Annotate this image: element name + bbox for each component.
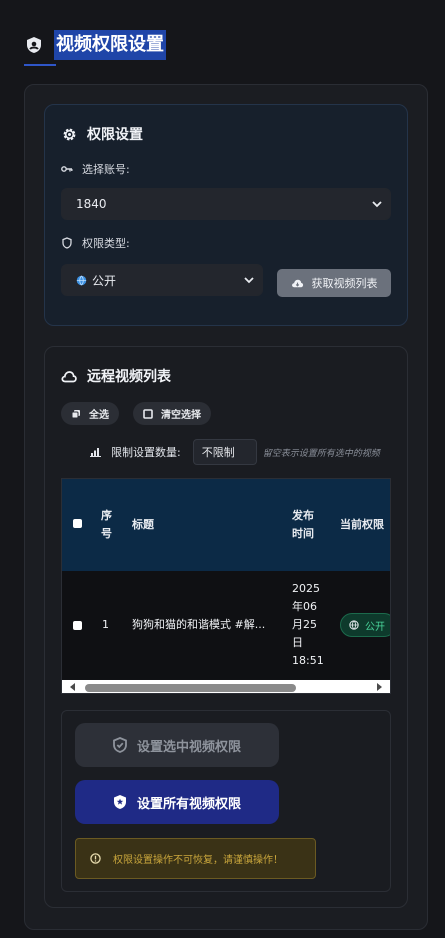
row-time-line: 年06 <box>292 600 317 613</box>
column-header-time-line: 时间 <box>292 527 314 540</box>
row-time-line: 日 <box>292 636 303 649</box>
permission-badge-label: 公开 <box>365 621 385 633</box>
scroll-right-icon[interactable] <box>377 683 382 691</box>
limit-input[interactable]: 不限制 <box>192 439 257 465</box>
row-checkbox[interactable] <box>73 621 82 630</box>
chevron-down-icon <box>244 273 254 287</box>
video-list-title: 远程视频列表 <box>61 366 171 386</box>
select-all-button[interactable]: 全选 <box>61 402 119 425</box>
globe-icon <box>349 620 359 630</box>
fetch-videos-button[interactable]: 获取视频列表 <box>277 269 391 297</box>
row-time-line: 月25 <box>292 618 317 631</box>
clear-selection-label: 清空选择 <box>161 410 201 421</box>
perm-type-label: 权限类型: <box>61 235 130 251</box>
globe-icon <box>76 275 87 286</box>
video-list-title-label: 远程视频列表 <box>87 369 171 385</box>
settings-title-label: 权限设置 <box>87 127 143 143</box>
page-title: 视频权限设置 <box>54 30 166 60</box>
account-label-text: 选择账号: <box>82 163 130 176</box>
column-header-title: 标题 <box>132 518 154 531</box>
column-header-time-line: 发布 <box>292 509 314 522</box>
warning-alert: 权限设置操作不可恢复，请谨慎操作！ <box>75 838 316 879</box>
perm-type-value: 公开 <box>92 273 117 288</box>
gear-icon <box>61 126 77 142</box>
warning-text: 权限设置操作不可恢复，请谨慎操作！ <box>113 855 283 866</box>
cloud-download-icon <box>291 278 304 289</box>
set-all-button[interactable]: 设置所有视频权限 <box>75 780 279 824</box>
row-time: 2025 年06 月25 日 18:51 <box>292 580 324 670</box>
scrollbar-thumb[interactable] <box>85 684 296 692</box>
row-time-line: 18:51 <box>292 654 324 667</box>
account-label: 选择账号: <box>61 161 130 177</box>
info-circle-icon <box>90 853 101 864</box>
permission-badge: 公开 <box>340 613 390 637</box>
set-selected-button[interactable]: 设置选中视频权限 <box>75 723 279 767</box>
limit-row: 限制设置数量: 不限制 留空表示设置所有选中的视频 <box>90 438 380 466</box>
select-all-label: 全选 <box>89 410 109 421</box>
column-header-index-line: 序 <box>101 509 112 522</box>
cloud-icon <box>61 368 77 384</box>
column-header-index-line: 号 <box>101 527 112 540</box>
row-title: 狗狗和猫的和谐模式 #解... <box>132 618 266 631</box>
fetch-videos-label: 获取视频列表 <box>311 277 378 290</box>
shield-user-icon <box>24 35 44 55</box>
title-underline <box>24 64 56 66</box>
copy-icon <box>71 409 81 419</box>
column-header-permission: 当前权限 <box>340 518 384 531</box>
row-index: 1 <box>102 618 109 631</box>
row-time-line: 2025 <box>292 582 320 595</box>
horizontal-scrollbar[interactable] <box>62 680 390 693</box>
column-header-time: 发布 时间 <box>292 507 314 543</box>
limit-hint: 留空表示设置所有选中的视频 <box>262 448 380 459</box>
page-header: 视频权限设置 <box>24 30 166 60</box>
video-table: 序 号 标题 发布 时间 当前权限 1 狗狗和猫的和谐模式 #解... 2025… <box>61 478 391 694</box>
header-checkbox[interactable] <box>73 519 82 528</box>
bar-chart-icon <box>90 447 101 457</box>
set-all-label: 设置所有视频权限 <box>136 796 241 812</box>
chevron-down-icon <box>372 197 382 211</box>
square-icon <box>143 408 153 419</box>
perm-type-selected: 公开 <box>76 272 116 289</box>
account-select[interactable]: 1840 <box>61 188 391 220</box>
shield-check-icon <box>113 737 127 753</box>
limit-label: 限制设置数量: <box>111 446 181 459</box>
scroll-left-icon[interactable] <box>70 683 75 691</box>
shield-icon <box>61 237 73 249</box>
table-header: 序 号 标题 发布 时间 当前权限 <box>62 479 390 571</box>
shield-star-icon <box>113 794 127 810</box>
perm-type-label-text: 权限类型: <box>82 237 130 250</box>
key-icon <box>61 163 73 175</box>
set-selected-label: 设置选中视频权限 <box>136 739 241 755</box>
column-header-index: 序 号 <box>101 507 115 543</box>
account-select-value: 1840 <box>76 197 107 211</box>
clear-selection-button[interactable]: 清空选择 <box>133 402 211 425</box>
perm-type-select[interactable]: 公开 <box>61 264 263 296</box>
settings-title: 权限设置 <box>61 124 143 144</box>
